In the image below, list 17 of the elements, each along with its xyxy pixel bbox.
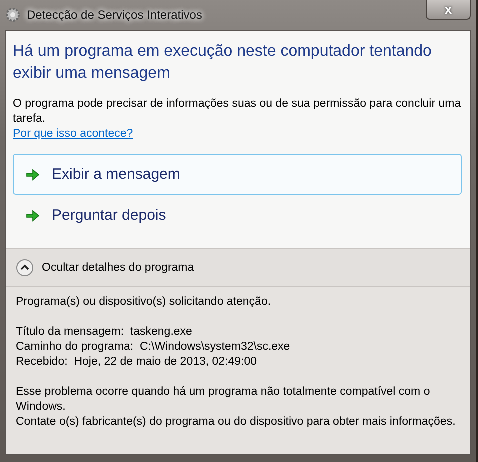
- detail-field: Recebido: Hoje, 22 de maio de 2013, 02:49:00: [16, 355, 460, 370]
- detail-field: Caminho do programa: C:\Windows\system32\sc.exe: [16, 340, 460, 355]
- arrow-icon: [26, 168, 40, 180]
- details-intro: Programa(s) ou dispositivo(s) solicitando atenção.: [16, 295, 272, 310]
- arrow-icon: [26, 210, 40, 222]
- gear-icon: [5, 7, 21, 23]
- details-toggle[interactable]: Ocultar detalhes do programa: [6, 248, 470, 287]
- detail-field: Título da mensagem: taskeng.exe: [16, 325, 460, 340]
- dialog-heading: Há um programa em execução neste computador tentando exibir uma mensagem: [13, 42, 433, 84]
- window-title: Detecção de Serviços Interativos: [27, 8, 202, 22]
- command-link[interactable]: Exibir a mensagem: [13, 154, 462, 195]
- details-note: Esse problema ocorre quando há um programa não totalmente compatível com o Windows.: [16, 385, 432, 415]
- details-note: Contate o(s) fabricante(s) do programa ou do dispositivo para obter mais informações.: [16, 415, 457, 430]
- chevron-up-icon: [16, 258, 34, 276]
- description-text: O programa pode precisar de informações suas ou de sua permissão para concluir uma tarefa.: [13, 97, 462, 127]
- command-link[interactable]: Perguntar depois: [13, 195, 462, 236]
- help-link[interactable]: Por que isso acontece?: [13, 127, 134, 142]
